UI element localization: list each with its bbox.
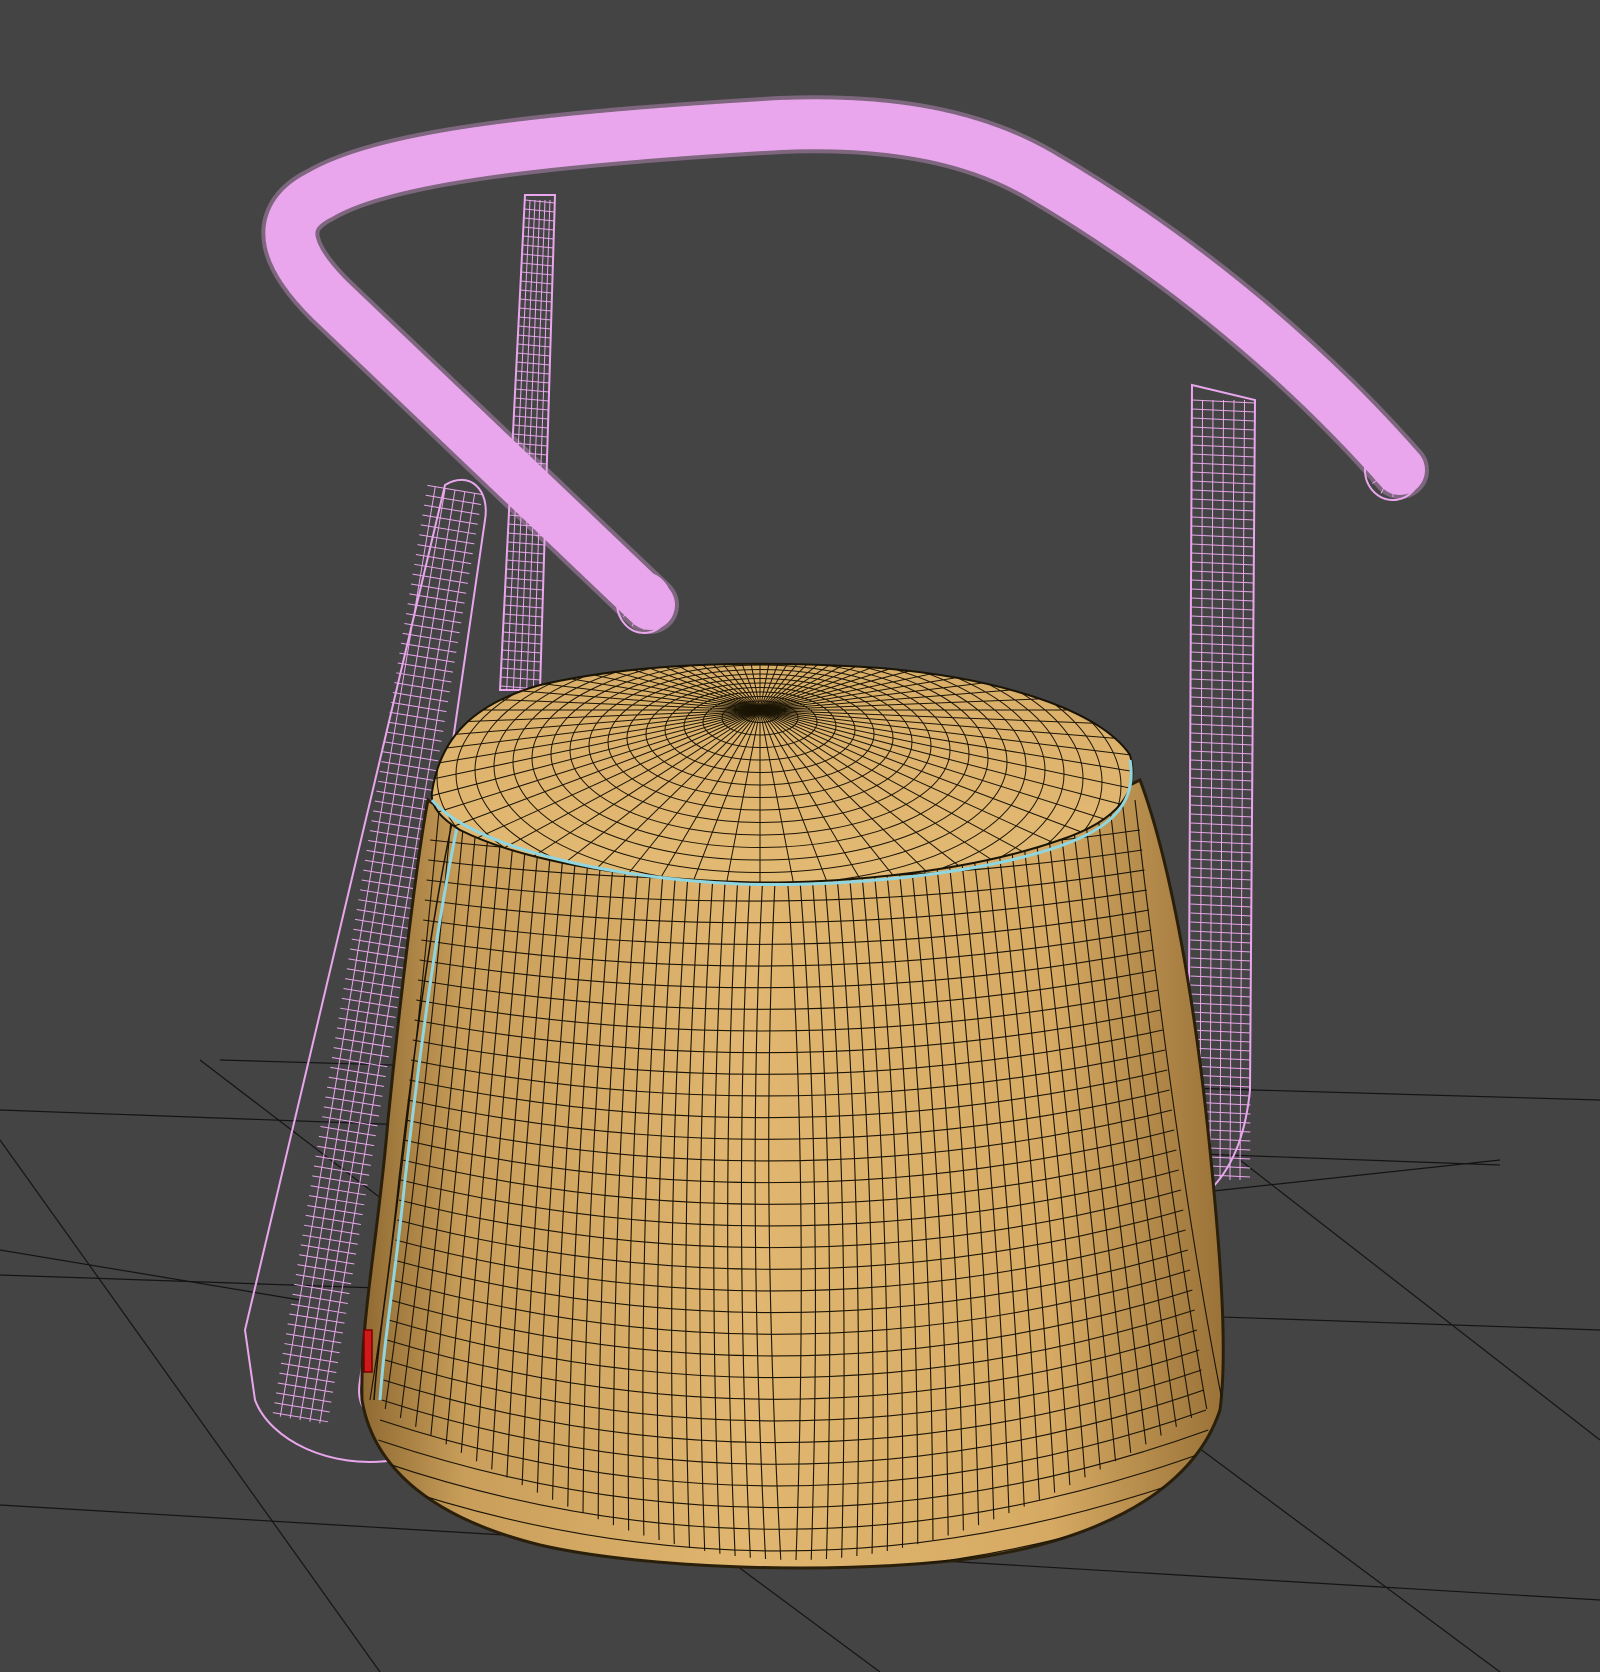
perspective-viewport[interactable] xyxy=(0,0,1600,1672)
selection-marker xyxy=(363,1329,373,1373)
pouf-seat[interactable] xyxy=(340,520,1225,1638)
viewport-scene[interactable] xyxy=(0,0,1600,1672)
chair-frame-top-rail xyxy=(261,95,1429,634)
